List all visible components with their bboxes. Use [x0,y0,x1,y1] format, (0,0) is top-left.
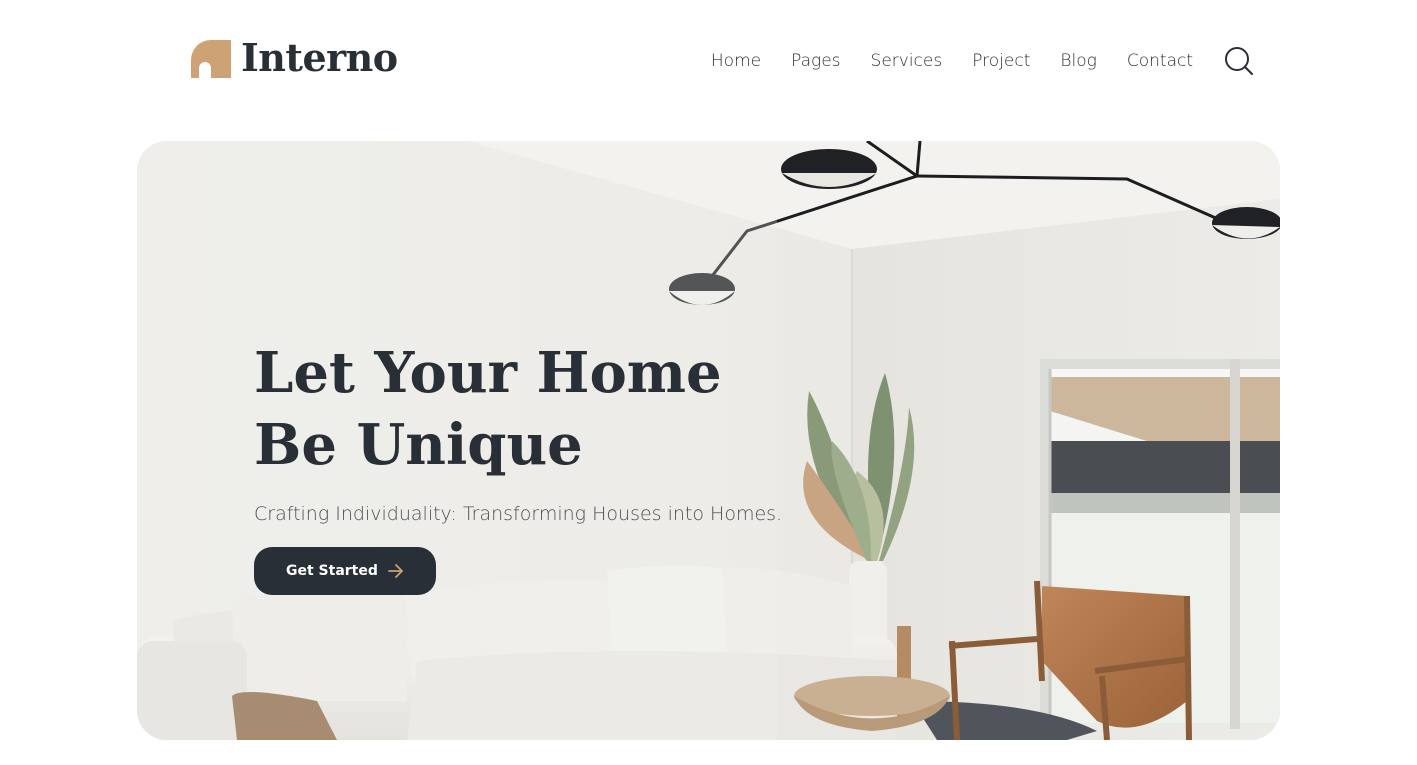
get-started-label: Get Started [286,563,378,579]
hero-banner: Let Your Home Be Unique Crafting Individ… [137,141,1280,740]
search-button[interactable] [1223,45,1255,77]
hero-title: Let Your Home Be Unique [254,337,814,481]
nav-services[interactable]: Services [871,40,943,82]
nav-contact[interactable]: Contact [1127,40,1193,82]
main-nav: Home Pages Services Project Blog Contact [711,40,1255,82]
page: Interno Home Pages Services Project Blog… [0,0,1417,765]
hero-content: Let Your Home Be Unique Crafting Individ… [254,337,814,595]
logo-text: Interno [241,35,398,80]
nav-project[interactable]: Project [972,40,1030,82]
arrow-right-icon [387,564,403,578]
nav-pages[interactable]: Pages [791,40,840,82]
nav-home[interactable]: Home [711,40,761,82]
nav-blog[interactable]: Blog [1060,40,1096,82]
search-icon [1225,47,1253,75]
hero-title-line-1: Let Your Home [254,340,722,406]
get-started-button[interactable]: Get Started [254,547,436,595]
site-header: Interno Home Pages Services Project Blog… [0,0,1417,120]
logo[interactable]: Interno [191,36,398,80]
hero-subtitle: Crafting Individuality: Transforming Hou… [254,503,783,525]
logo-arch-icon [191,40,231,78]
hero-title-line-2: Be Unique [254,412,583,478]
